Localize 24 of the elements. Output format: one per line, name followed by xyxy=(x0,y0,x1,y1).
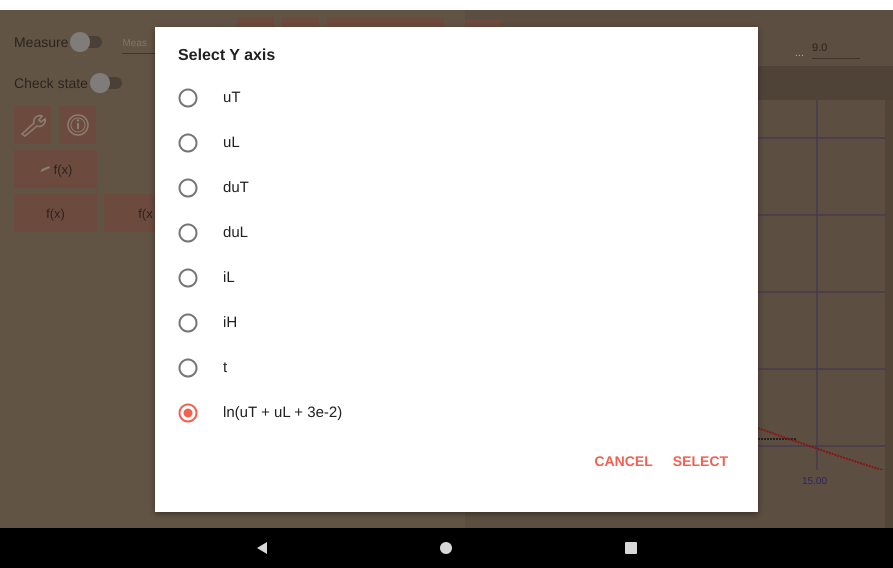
radio-button[interactable] xyxy=(178,402,198,422)
option-item[interactable]: ln(uT + uL + 3e-2) xyxy=(178,390,736,435)
radio-button[interactable] xyxy=(178,358,198,378)
toggle-label: Measure xyxy=(14,34,68,50)
radio-button[interactable] xyxy=(178,132,198,152)
radio-button[interactable] xyxy=(178,268,198,288)
radio-button[interactable] xyxy=(178,178,198,198)
radio-button[interactable] xyxy=(178,88,198,108)
toggle-label: Check state xyxy=(14,75,88,91)
option-item[interactable]: uL xyxy=(178,120,736,165)
home-icon[interactable] xyxy=(439,541,454,555)
option-item[interactable]: iH xyxy=(178,300,736,345)
pencil-icon xyxy=(38,165,51,173)
option-item[interactable]: uT xyxy=(178,75,736,120)
radio-button[interactable] xyxy=(178,312,198,332)
option-item[interactable]: iL xyxy=(178,255,736,300)
dialog-title: Select Y axis xyxy=(178,47,276,66)
back-icon[interactable] xyxy=(255,541,270,555)
radio-button[interactable] xyxy=(178,222,198,242)
wrench-icon xyxy=(18,113,46,137)
info-icon xyxy=(66,113,90,137)
range-separator: ... xyxy=(794,47,804,59)
option-item[interactable]: t xyxy=(178,345,736,390)
recents-icon[interactable] xyxy=(624,541,638,555)
